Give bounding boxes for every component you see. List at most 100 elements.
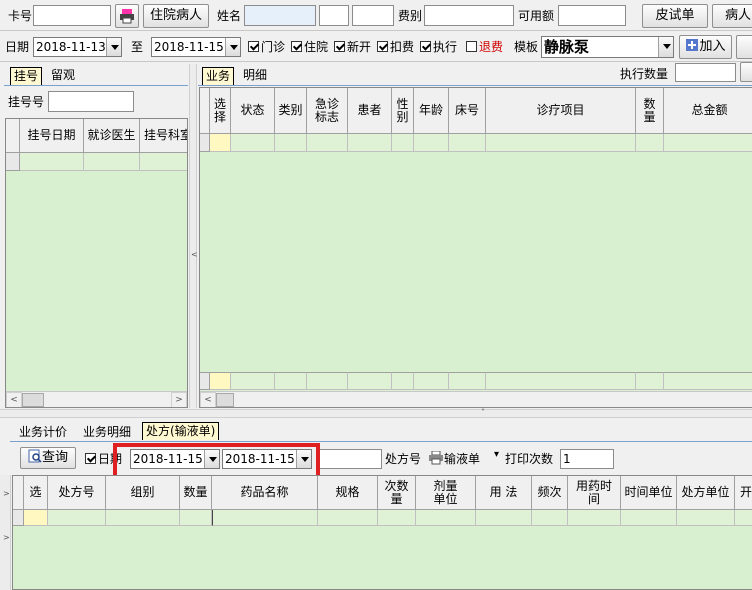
table-row[interactable] — [212, 510, 318, 526]
table-row[interactable] — [106, 510, 180, 526]
splitter-arrow-icon[interactable]: < — [191, 250, 198, 259]
rx-extra-input[interactable] — [318, 449, 382, 469]
column-header[interactable]: 就诊医生 — [84, 119, 140, 153]
extra-input-2[interactable] — [352, 5, 394, 26]
printer-button[interactable] — [115, 4, 139, 28]
checkbox-box[interactable] — [420, 41, 431, 52]
name-input[interactable] — [244, 5, 316, 26]
reg-no-input[interactable] — [48, 91, 134, 112]
tab-business-pricing[interactable]: 业务计价 — [16, 424, 70, 442]
column-header[interactable]: 挂号科室 — [140, 119, 187, 153]
table-row[interactable] — [416, 510, 476, 526]
new-order-checkbox[interactable]: 新开 — [334, 40, 371, 54]
table-row[interactable] — [392, 134, 414, 152]
table-row[interactable] — [532, 510, 568, 526]
column-header[interactable]: 急诊标志 — [307, 88, 348, 134]
column-header[interactable]: 用 法 — [476, 476, 532, 510]
exec-extra-button[interactable] — [740, 62, 752, 82]
column-header[interactable]: 选择 — [210, 88, 231, 134]
column-header[interactable]: 床号 — [449, 88, 486, 134]
table-row-select-cell[interactable] — [210, 134, 231, 152]
table-row[interactable] — [568, 510, 621, 526]
bottom-left-splitter[interactable]: > > — [0, 475, 11, 590]
table-row[interactable] — [621, 510, 677, 526]
column-header[interactable]: 时间单位 — [621, 476, 677, 510]
horizontal-splitter[interactable]: ˅ — [0, 408, 752, 418]
table-row[interactable] — [449, 134, 486, 152]
refund-checkbox[interactable]: 退费 — [466, 40, 503, 54]
table-row[interactable] — [318, 510, 378, 526]
chevron-down-icon[interactable] — [225, 38, 240, 56]
table-row[interactable] — [735, 510, 752, 526]
table-row[interactable] — [348, 134, 392, 152]
table-row[interactable] — [476, 510, 532, 526]
dropdown-arrow-icon[interactable]: ▾ — [494, 449, 499, 460]
column-header[interactable]: 挂号日期 — [20, 119, 84, 153]
column-header[interactable]: 数量 — [636, 88, 664, 134]
chevron-down-icon[interactable] — [658, 37, 673, 57]
registration-grid[interactable]: 挂号日期 就诊医生 挂号科室 < > — [5, 118, 188, 408]
inpatient-checkbox[interactable]: 住院 — [291, 40, 328, 54]
horizontal-scrollbar[interactable]: < — [200, 391, 752, 407]
scroll-right-icon[interactable]: > — [171, 392, 187, 407]
column-header[interactable]: 状态 — [231, 88, 275, 134]
chevron-down-icon[interactable] — [106, 38, 121, 56]
checkbox-box[interactable] — [377, 41, 388, 52]
column-header[interactable]: 剂量单位 — [416, 476, 476, 510]
inpatient-button[interactable]: 住院病人 — [143, 4, 209, 28]
column-header[interactable]: 患者 — [348, 88, 392, 134]
scroll-left-icon[interactable]: < — [6, 392, 22, 407]
column-header[interactable]: 组别 — [106, 476, 180, 510]
column-header[interactable]: 选 — [24, 476, 48, 510]
column-header[interactable]: 诊疗项目 — [486, 88, 636, 134]
business-grid[interactable]: 选择 状态 类别 急诊标志 患者 性别 年龄 床号 诊疗项目 数量 总金额 < — [199, 87, 752, 408]
column-header[interactable]: 性别 — [392, 88, 414, 134]
execute-checkbox[interactable]: 执行 — [420, 40, 457, 54]
column-header[interactable]: 规格 — [318, 476, 378, 510]
scroll-thumb[interactable] — [216, 393, 234, 407]
checkbox-box[interactable] — [248, 41, 259, 52]
template-select[interactable]: 静脉泵 — [541, 36, 674, 58]
extra-input-1[interactable] — [319, 5, 349, 26]
table-row[interactable] — [677, 510, 735, 526]
tab-business[interactable]: 业务 — [202, 67, 235, 85]
query-button[interactable]: 查询 — [20, 447, 76, 469]
table-row[interactable] — [20, 153, 84, 171]
column-header[interactable]: 数量 — [180, 476, 212, 510]
table-row[interactable] — [414, 134, 449, 152]
table-row-select-cell[interactable] — [24, 510, 48, 526]
table-row[interactable] — [636, 134, 664, 152]
column-header[interactable]: 频次 — [532, 476, 568, 510]
column-header[interactable]: 年龄 — [414, 88, 449, 134]
table-row[interactable] — [180, 510, 212, 526]
exec-count-input[interactable] — [675, 63, 736, 82]
print-count-input[interactable]: 1 — [560, 449, 614, 469]
tab-registration[interactable]: 挂号 — [10, 67, 43, 85]
column-header[interactable]: 处方号 — [48, 476, 106, 510]
checkbox-box[interactable] — [466, 41, 477, 52]
available-input[interactable] — [558, 5, 626, 26]
table-row[interactable] — [48, 510, 106, 526]
date-to-picker[interactable]: 2018-11-15 — [151, 37, 241, 57]
tab-prescription-infusion[interactable]: 处方(输液单) — [142, 422, 220, 440]
expand-arrow-icon[interactable]: > — [3, 533, 10, 542]
table-row[interactable] — [664, 134, 752, 152]
vertical-splitter[interactable]: < — [189, 64, 198, 408]
horizontal-scrollbar[interactable]: < > — [6, 391, 187, 407]
column-header[interactable]: 药品名称 — [212, 476, 318, 510]
column-header[interactable]: 类别 — [275, 88, 307, 134]
table-row[interactable] — [307, 134, 348, 152]
prescription-grid[interactable]: 选 处方号 组别 数量 药品名称 规格 次数量 剂量单位 用 法 频次 用药时间… — [12, 475, 752, 590]
scroll-left-icon[interactable]: < — [200, 392, 216, 407]
checkbox-box[interactable] — [334, 41, 345, 52]
checkbox-box[interactable] — [291, 41, 302, 52]
tab-observation[interactable]: 留观 — [48, 67, 78, 85]
column-header[interactable]: 处方单位 — [677, 476, 735, 510]
date-from-picker[interactable]: 2018-11-13 — [33, 37, 122, 57]
infusion-print-button[interactable]: 输液单 — [428, 450, 480, 466]
expand-arrow-icon[interactable]: > — [3, 489, 10, 498]
table-row[interactable] — [486, 134, 636, 152]
column-header[interactable]: 总金额 — [664, 88, 752, 134]
skin-test-button[interactable]: 皮试单 — [642, 4, 708, 28]
table-row[interactable] — [231, 134, 275, 152]
